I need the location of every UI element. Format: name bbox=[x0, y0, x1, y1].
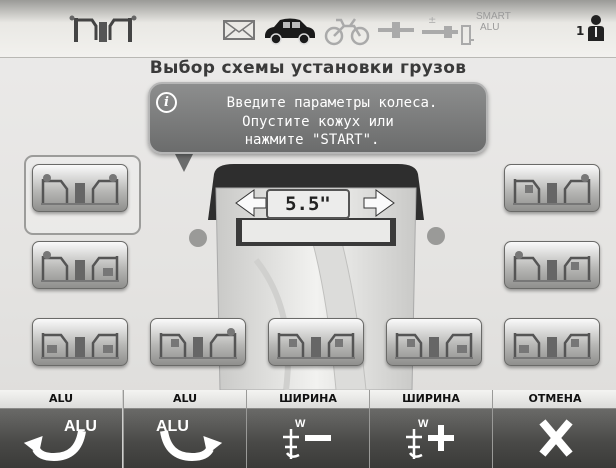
cancel-button[interactable]: ОТМЕНА bbox=[492, 390, 616, 468]
alu-rotate-right-icon: ALU bbox=[156, 418, 223, 462]
width-minus-button[interactable]: ШИРИНА W bbox=[246, 390, 369, 468]
probe-icon bbox=[378, 22, 414, 38]
mail-icon bbox=[223, 20, 255, 40]
wheel-width-value[interactable]: 5.5" bbox=[266, 189, 350, 219]
svg-text:±: ± bbox=[428, 15, 436, 26]
width-plus-label: ШИРИНА bbox=[370, 390, 492, 409]
message-line-3: нажмите "START". bbox=[244, 132, 380, 148]
operator-icon[interactable] bbox=[585, 13, 607, 43]
scheme-button-3[interactable] bbox=[32, 318, 128, 366]
alu-label: ALU bbox=[480, 22, 500, 33]
scheme-button-9[interactable] bbox=[504, 164, 600, 212]
alu-rotate-left-icon: ALU bbox=[23, 418, 97, 462]
cancel-icon bbox=[539, 419, 573, 457]
scheme-button-4[interactable] bbox=[150, 318, 246, 366]
scheme-button-1[interactable] bbox=[32, 164, 128, 212]
svg-text:W: W bbox=[295, 418, 306, 430]
scheme-button-6[interactable] bbox=[386, 318, 482, 366]
alu-right-label: ALU bbox=[124, 390, 246, 409]
message-line-1: Введите параметры колеса. bbox=[226, 95, 438, 111]
scheme-button-5[interactable] bbox=[268, 318, 364, 366]
cancel-label: ОТМЕНА bbox=[493, 390, 616, 409]
function-key-bar: ALU ALU ALU ALU ШИРИНА W ШИРИНА W ОТМЕНА bbox=[0, 390, 616, 468]
message-line-2: Опустите кожух или bbox=[242, 114, 394, 130]
car-icon bbox=[265, 18, 315, 45]
instruction-message: i Введите параметры колеса. Опустите кож… bbox=[148, 82, 488, 154]
scheme-button-2[interactable] bbox=[32, 241, 128, 289]
width-plus-button[interactable]: ШИРИНА W bbox=[369, 390, 492, 468]
top-status-bar: ± SMART ALU 1 bbox=[0, 0, 616, 58]
alu-left-label: ALU bbox=[0, 390, 122, 409]
calibration-icon: ± bbox=[422, 15, 458, 38]
scheme-button-8[interactable] bbox=[504, 241, 600, 289]
page-title: Выбор схемы установки грузов bbox=[149, 58, 467, 78]
motorcycle-icon bbox=[324, 18, 370, 46]
svg-text:ALU: ALU bbox=[64, 418, 97, 435]
scheme-button-7[interactable] bbox=[504, 318, 600, 366]
svg-text:ALU: ALU bbox=[156, 418, 189, 435]
operator-number: 1 bbox=[576, 24, 585, 38]
svg-text:W: W bbox=[418, 418, 429, 430]
width-minus-label: ШИРИНА bbox=[247, 390, 369, 409]
width-plus-icon: W bbox=[406, 418, 454, 459]
alu-right-button[interactable]: ALU ALU bbox=[123, 390, 246, 468]
width-minus-icon: W bbox=[283, 418, 331, 459]
alu-left-button[interactable]: ALU ALU bbox=[0, 390, 122, 468]
smart-label: SMART bbox=[476, 11, 511, 22]
wheel-scheme-icon bbox=[69, 15, 137, 42]
